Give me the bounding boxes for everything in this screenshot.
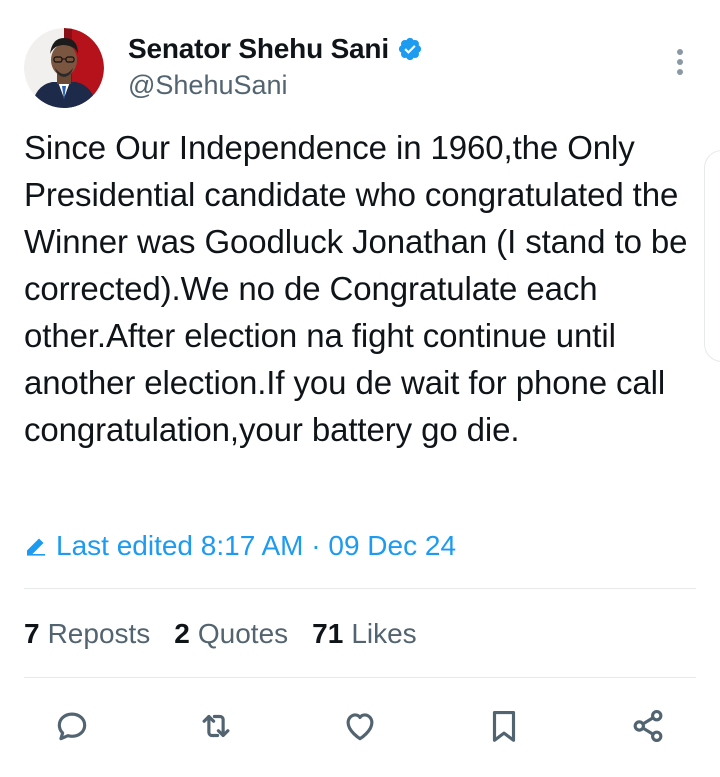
more-vertical-icon: [677, 49, 683, 75]
reply-button[interactable]: [46, 700, 98, 752]
reposts-label: Reposts: [47, 618, 151, 649]
author-block: Senator Shehu Sani @ShehuSani: [128, 32, 423, 101]
bookmark-button[interactable]: [478, 700, 530, 752]
action-bar: [46, 700, 674, 752]
quotes-count: 2: [174, 618, 190, 649]
edit-history-link[interactable]: Last edited 8:17 AM · 09 Dec 24: [24, 528, 456, 564]
engagement-stats: 7 Reposts 2 Quotes 71 Likes: [24, 614, 417, 654]
quotes-stat[interactable]: 2 Quotes: [174, 618, 288, 650]
handle[interactable]: @ShehuSani: [128, 70, 423, 101]
reposts-count: 7: [24, 618, 40, 649]
likes-count: 71: [312, 618, 344, 649]
quotes-label: Quotes: [197, 618, 289, 649]
bookmark-icon: [492, 710, 516, 742]
like-button[interactable]: [334, 700, 386, 752]
edit-timestamp: Last edited 8:17 AM · 09 Dec 24: [56, 530, 457, 561]
avatar-image: [24, 28, 104, 108]
reply-icon: [57, 712, 87, 741]
tweet-text: Since Our Independence in 1960,the Only …: [24, 129, 697, 448]
likes-stat[interactable]: 71 Likes: [312, 618, 417, 650]
share-icon: [633, 710, 663, 742]
share-button[interactable]: [622, 700, 674, 752]
divider: [24, 677, 696, 678]
verified-badge-icon[interactable]: [397, 36, 423, 62]
like-icon: [346, 713, 374, 741]
pencil-icon: [27, 538, 45, 556]
reposts-stat[interactable]: 7 Reposts: [24, 618, 150, 650]
name-row: Senator Shehu Sani: [128, 32, 423, 66]
repost-button[interactable]: [190, 700, 242, 752]
display-name[interactable]: Senator Shehu Sani: [128, 33, 389, 65]
likes-label: Likes: [351, 618, 417, 649]
avatar[interactable]: [24, 28, 104, 108]
edge-panel: [704, 150, 720, 362]
more-options-button[interactable]: [662, 44, 698, 80]
divider: [24, 588, 696, 589]
repost-icon: [202, 714, 230, 738]
tweet-detail: Senator Shehu Sani @ShehuSani Since Our …: [0, 0, 720, 777]
